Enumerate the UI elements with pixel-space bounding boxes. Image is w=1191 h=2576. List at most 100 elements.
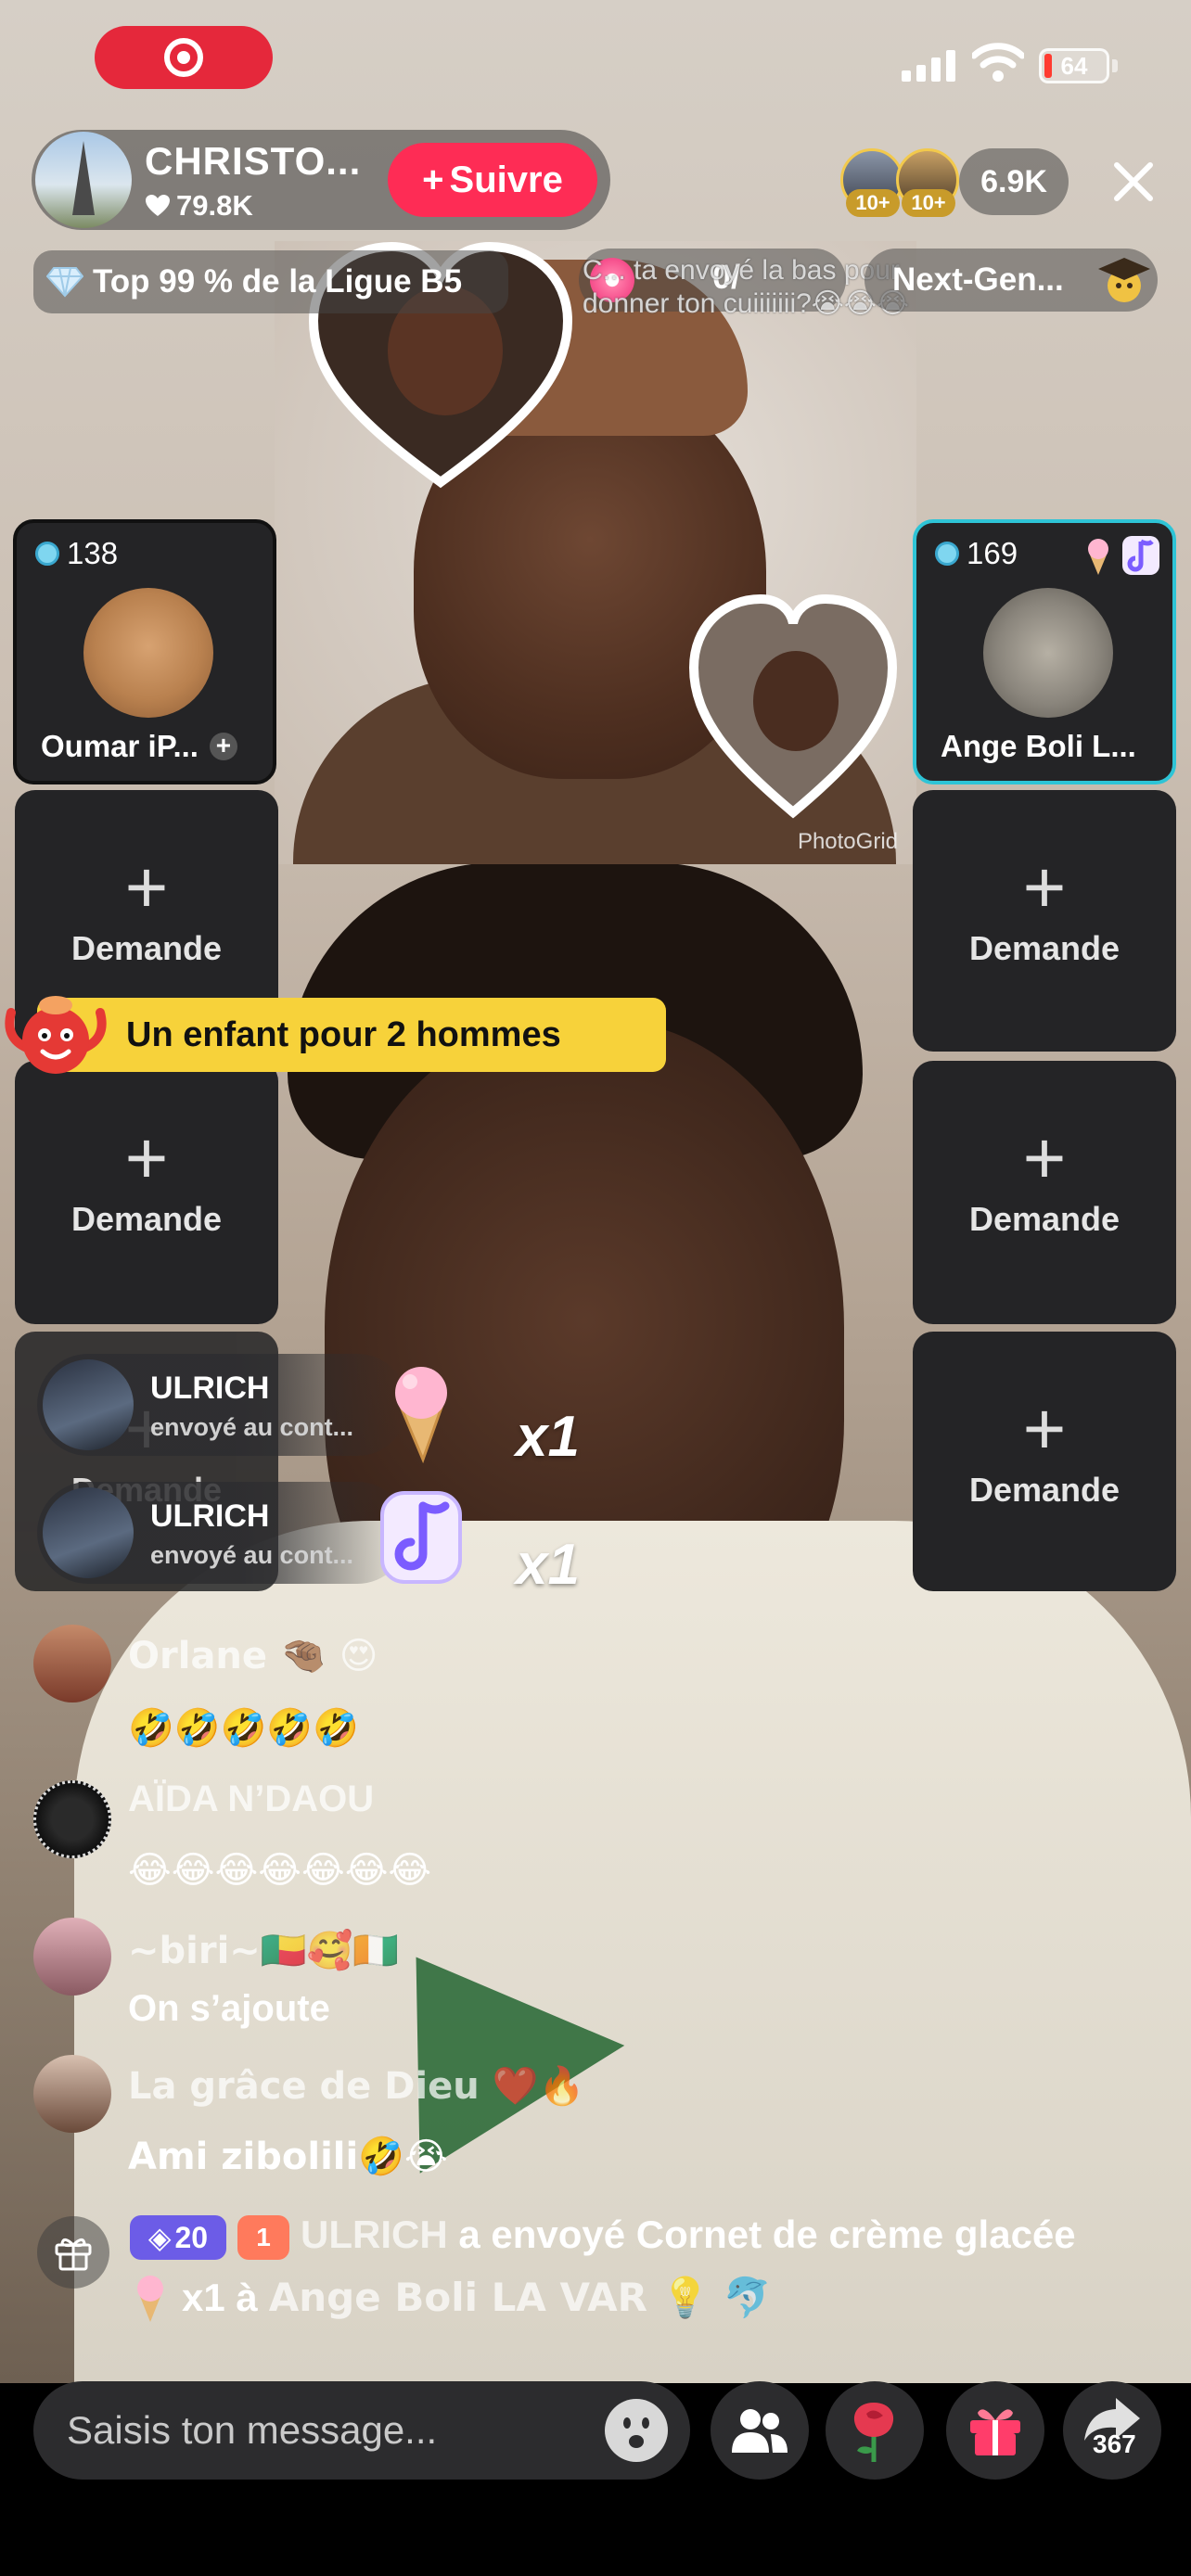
battery-tip xyxy=(1112,59,1118,72)
photogrid-watermark: PhotoGrid xyxy=(797,829,898,854)
request-label: Demande xyxy=(70,1200,223,1238)
plus-icon: + xyxy=(1022,1387,1067,1470)
guest-score-value: 138 xyxy=(67,536,119,570)
chat-username[interactable]: La grâce de Dieu ❤️🔥 xyxy=(128,2064,584,2108)
host-name[interactable]: CHRISTO... xyxy=(145,139,361,184)
ranking-label: Next-Gen... xyxy=(892,261,1064,298)
guest-avatar[interactable] xyxy=(983,588,1113,718)
ice-cream-icon xyxy=(137,2276,163,2322)
diamond-icon: ◈ xyxy=(147,2221,172,2254)
plus-icon: + xyxy=(124,846,169,928)
request-label: Demande xyxy=(968,1471,1121,1509)
chat-avatar[interactable] xyxy=(33,1918,111,1996)
request-tile[interactable]: + Demande xyxy=(15,1061,278,1324)
topic-banner[interactable]: Un enfant pour 2 hommes xyxy=(37,998,666,1072)
heart-icon xyxy=(146,195,170,216)
viewer-count[interactable]: 6.9K xyxy=(959,148,1069,215)
chat-username[interactable]: ~biri~🇧🇯🥰🇨🇮 xyxy=(128,1929,399,1972)
graduation-cap-icon xyxy=(1098,258,1150,302)
guest-tile-left-active[interactable]: 138 Oumar iP... + xyxy=(13,519,276,784)
gift-multiplier: x1 xyxy=(516,1405,580,1469)
gift-description: envoyé au cont... xyxy=(150,1541,354,1569)
request-label: Demande xyxy=(968,1200,1121,1238)
mascot-icon xyxy=(5,996,107,1074)
league-label: Top 99 % de la Ligue B5 xyxy=(93,263,463,300)
guest-name-row: Ange Boli L... xyxy=(941,729,1136,764)
add-icon[interactable]: + xyxy=(209,733,237,760)
chat-avatar[interactable] xyxy=(33,1780,111,1858)
top-viewers[interactable]: 10+ 10+ xyxy=(840,148,961,217)
host-likes: 79.8K xyxy=(145,189,253,223)
battery-level: 64 xyxy=(1060,51,1088,80)
guest-avatar[interactable] xyxy=(83,588,213,718)
chat-message: On s’ajoute xyxy=(128,1988,330,2029)
guest-score: 138 xyxy=(35,536,118,571)
follow-label: Suivre xyxy=(449,159,563,200)
league-ranking-pill[interactable]: Top 99 % de la Ligue B5 xyxy=(33,250,508,313)
message-input[interactable] xyxy=(33,2381,690,2480)
multi-guest-button[interactable] xyxy=(711,2381,809,2480)
request-label: Demande xyxy=(968,929,1121,967)
host-avatar[interactable] xyxy=(35,132,132,228)
chat-avatar[interactable] xyxy=(33,1625,111,1702)
fan-level: 1 xyxy=(256,2223,271,2251)
gift-notice-count: x1 à xyxy=(182,2276,258,2319)
request-tile[interactable]: + Demande xyxy=(913,790,1176,1052)
topic-label: Un enfant pour 2 hommes xyxy=(126,1014,561,1054)
music-note-icon xyxy=(380,1491,462,1584)
chat-username[interactable]: AÏDA N’DAOU xyxy=(128,1779,374,1820)
gift-icon xyxy=(970,2409,1020,2455)
gift-notice-user[interactable]: ULRICH xyxy=(301,2213,448,2256)
heart-frame-sticker-small xyxy=(688,593,898,819)
gift-notice-recipient[interactable]: Ange Boli LA VAR 💡 🐬 xyxy=(269,2275,772,2321)
battery-icon: 64 xyxy=(1039,48,1109,83)
chat-username[interactable]: Orlane 🤏🏾 😍 xyxy=(128,1634,378,1677)
top-viewer-badge: 10+ xyxy=(846,189,900,217)
gift-notice-text-line2: x1 à Ange Boli LA VAR 💡 🐬 xyxy=(130,2272,772,2324)
user-level: 20 xyxy=(174,2220,209,2254)
gift-combo-row: ULRICH envoyé au cont... xyxy=(37,1482,408,1584)
plus-icon: + xyxy=(1022,1116,1067,1199)
request-tile[interactable]: + Demande xyxy=(913,1332,1176,1591)
request-tile[interactable]: + Demande xyxy=(913,1061,1176,1324)
top-viewer-badge: 10+ xyxy=(902,189,955,217)
guest-tile-right-active[interactable]: 169 Ange Boli L... xyxy=(913,519,1176,784)
emoji-button[interactable] xyxy=(605,2399,668,2462)
plus-icon: + xyxy=(124,1116,169,1199)
gift-multiplier: x1 xyxy=(516,1533,580,1597)
plus-icon: + xyxy=(422,159,444,200)
user-level-badge: ◈ 20 xyxy=(130,2215,226,2260)
cellular-signal-icon xyxy=(902,48,957,82)
music-note-icon xyxy=(1122,536,1159,575)
gifter-avatar[interactable] xyxy=(43,1487,134,1578)
ice-cream-icon xyxy=(1088,539,1108,575)
guest-name: Oumar iP... xyxy=(41,729,198,763)
close-icon[interactable] xyxy=(1106,154,1161,210)
chat-message: 😂😂😂😂😂😂😂 xyxy=(128,1849,432,1892)
plus-icon: + xyxy=(1022,846,1067,928)
chat-avatar[interactable] xyxy=(33,2055,111,2133)
fan-level-badge: 1 xyxy=(237,2215,289,2260)
rose-gift-button[interactable] xyxy=(826,2381,924,2480)
gifter-avatar[interactable] xyxy=(43,1359,134,1450)
share-count: 367 xyxy=(1093,2429,1136,2458)
gift-box-icon xyxy=(55,2238,92,2271)
ice-cream-icon xyxy=(395,1367,447,1463)
wifi-icon xyxy=(972,43,1024,82)
gift-description: envoyé au cont... xyxy=(150,1413,354,1441)
gift-notice-icon xyxy=(37,2216,109,2289)
gifter-name: ULRICH xyxy=(150,1371,270,1406)
record-icon xyxy=(164,38,203,77)
chat-message: 🤣🤣🤣🤣🤣 xyxy=(128,1707,360,1750)
gift-button[interactable] xyxy=(946,2381,1044,2480)
follow-button[interactable]: + Suivre xyxy=(388,143,597,217)
gifter-name: ULRICH xyxy=(150,1498,270,1534)
host-likes-count: 79.8K xyxy=(176,189,253,222)
guest-score-value: 169 xyxy=(967,536,1018,570)
chat-message: Ami zibolili🤣😭 xyxy=(128,2136,448,2178)
people-icon xyxy=(732,2409,788,2453)
coin-icon xyxy=(935,542,959,566)
request-label: Demande xyxy=(70,929,223,967)
guest-name-row: Oumar iP... + xyxy=(41,729,237,764)
gift-notice-action: a envoyé Cornet de crème glacée xyxy=(458,2213,1076,2256)
